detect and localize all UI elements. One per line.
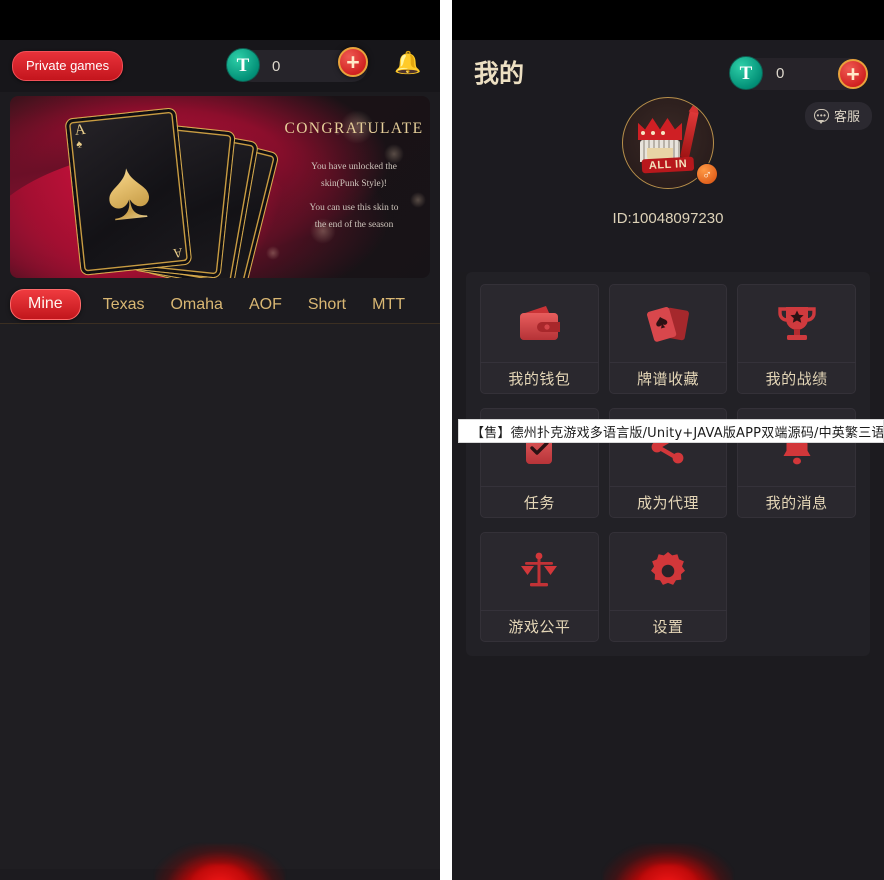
crown-jewels-decoration [641, 131, 665, 135]
ace-of-spades-card: A ♠ ♠ A [64, 107, 193, 276]
chat-bubble-icon: ••• [813, 109, 829, 125]
banner-line-4: the end of the season [314, 219, 394, 230]
scales-icon [480, 532, 599, 610]
left-phone-panel: Private games T 0 + 🔔 A ♠ ♠ A CONGRATULA… [0, 0, 440, 880]
menu-item-statistics[interactable]: 我的战绩 [737, 284, 856, 394]
usdt-coin-icon: T [226, 48, 260, 82]
wallet-balance-bar-right[interactable]: T 0 + [729, 56, 868, 90]
tab-aof[interactable]: AOF [249, 296, 282, 314]
page-title: 我的 [474, 59, 525, 88]
bottom-red-glow-decoration [155, 844, 285, 880]
add-funds-button[interactable]: + [338, 47, 368, 77]
avatar-allin-label: ALL IN [641, 156, 695, 174]
tab-mine[interactable]: Mine [10, 289, 81, 320]
spade-suit-icon: ♠ [101, 140, 156, 239]
profile-menu-panel: 我的钱包 牌谱收藏 我的战绩 任务 成为代理 我的消息 游戏公平 设置 [466, 272, 870, 656]
trophy-icon [737, 284, 856, 362]
banner-line-2: skin(Punk Style)! [321, 178, 387, 189]
watermark-overlay-bar: 【售】德州扑克游戏多语言版/Unity+JAVA版APP双端源码/中英繁三语言+… [458, 419, 884, 443]
tab-texas[interactable]: Texas [103, 296, 145, 314]
left-content-area [0, 324, 440, 869]
tab-mtt[interactable]: MTT [372, 296, 405, 314]
menu-item-label: 游戏公平 [480, 610, 599, 637]
add-funds-button[interactable]: + [838, 59, 868, 89]
bottom-red-glow-decoration [603, 844, 733, 880]
wallet-amount: 0 [272, 57, 281, 75]
customer-service-label: 客服 [833, 109, 860, 124]
menu-item-wallet[interactable]: 我的钱包 [480, 284, 599, 394]
banner-line-1: You have unlocked the [311, 162, 397, 172]
playing-cards-illustration: A ♠ ♠ A [64, 100, 280, 278]
menu-item-label: 设置 [608, 610, 728, 637]
status-bar-right [452, 0, 884, 40]
menu-item-label: 牌谱收藏 [608, 362, 728, 389]
menu-item-hand-history[interactable]: 牌谱收藏 [608, 284, 728, 394]
cards-icon [609, 284, 728, 362]
menu-item-fair-play[interactable]: 游戏公平 [480, 532, 599, 642]
menu-item-label: 我的钱包 [480, 362, 599, 389]
tab-short[interactable]: Short [308, 296, 346, 314]
customer-service-button[interactable]: ••• 客服 [804, 102, 872, 130]
card-corner-rank: A ♠ [73, 121, 87, 151]
screenshot-root: Private games T 0 + 🔔 A ♠ ♠ A CONGRATULA… [0, 0, 884, 880]
panel-divider [440, 0, 452, 880]
menu-item-settings[interactable]: 设置 [608, 532, 728, 642]
menu-item-label: 我的战绩 [737, 362, 856, 389]
private-games-button[interactable]: Private games [12, 51, 124, 81]
left-header: Private games T 0 + 🔔 [0, 40, 440, 92]
sword-icon [680, 109, 699, 159]
banner-title: CONGRATULATE [284, 120, 424, 137]
menu-item-label: 成为代理 [608, 486, 728, 513]
wallet-icon [480, 284, 599, 362]
avatar-container[interactable]: ALL IN ♂ [622, 97, 718, 189]
notification-bell-icon[interactable]: 🔔 [394, 52, 421, 80]
gender-badge: ♂ [696, 163, 718, 185]
crown-icon [638, 118, 682, 140]
profile-header: 我的 T 0 + ••• 客服 ALL IN ♂ ID:10048097230 [452, 40, 884, 272]
gear-icon [609, 532, 728, 610]
promo-banner[interactable]: A ♠ ♠ A CONGRATULATE You have unlocked t… [10, 96, 430, 278]
wallet-amount: 0 [776, 65, 785, 82]
status-bar-left [0, 0, 440, 40]
usdt-coin-icon: T [729, 56, 763, 90]
profile-menu-grid: 我的钱包 牌谱收藏 我的战绩 任务 成为代理 我的消息 游戏公平 设置 [466, 284, 870, 642]
user-id: ID:10048097230 [612, 210, 724, 227]
tab-omaha[interactable]: Omaha [170, 296, 222, 314]
banner-line-3: You can use this skin to [309, 203, 399, 214]
game-mode-tabs: Mine Texas Omaha AOF Short MTT [0, 286, 440, 324]
card-corner-rank-bottom: A [172, 245, 183, 262]
menu-item-label: 我的消息 [737, 486, 856, 513]
banner-text-block: CONGRATULATE You have unlocked the skin(… [268, 120, 430, 232]
watermark-text: 【售】德州扑克游戏多语言版/Unity+JAVA版APP双端源码/中英繁三语言+… [471, 425, 884, 441]
menu-item-label: 任务 [480, 486, 599, 513]
